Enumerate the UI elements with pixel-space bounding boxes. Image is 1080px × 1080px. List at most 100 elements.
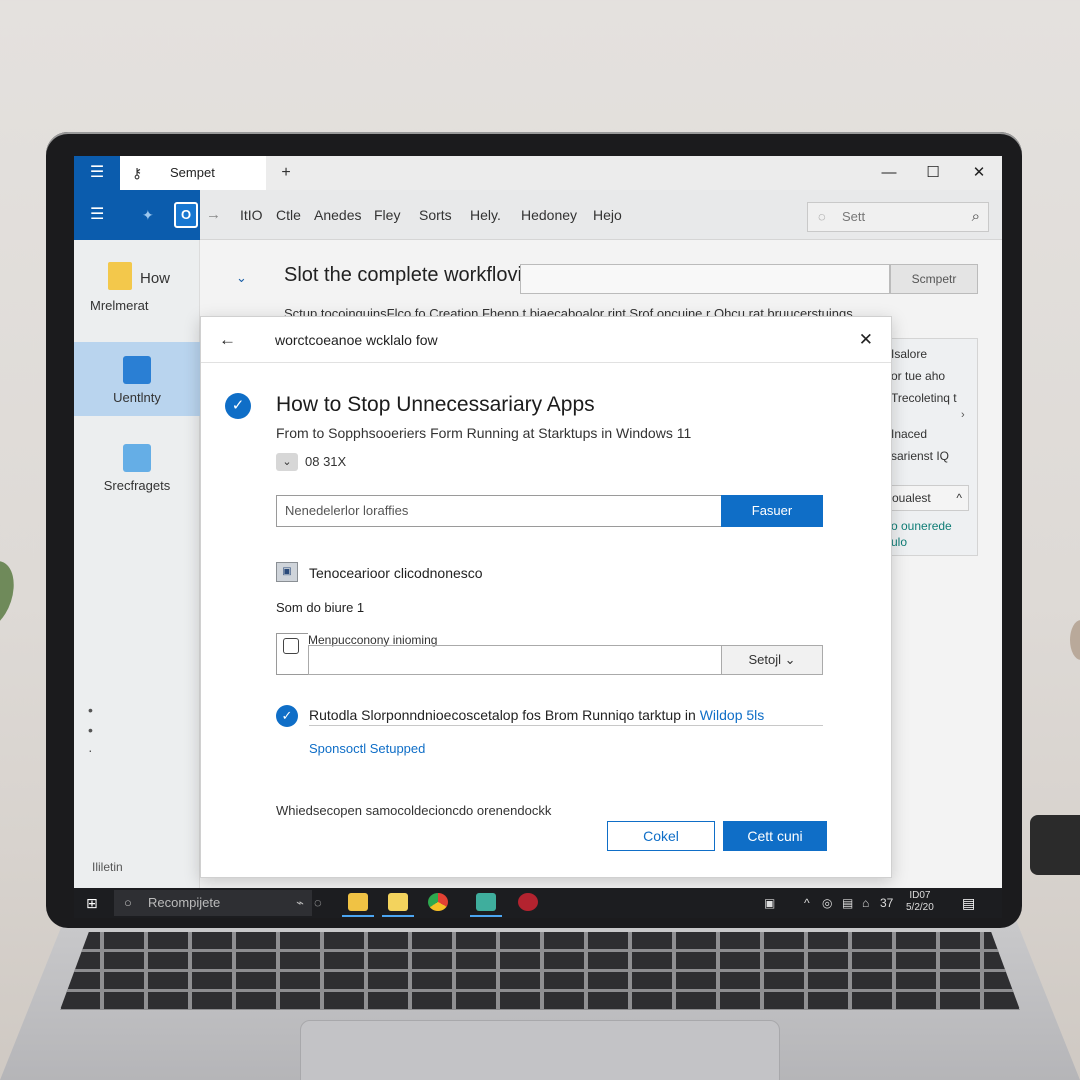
tray-item[interactable]: ◎ [822,888,832,918]
tray-item[interactable]: ⌂ [862,888,869,918]
pager-dots[interactable]: • • · [88,700,93,760]
forward-arrow-icon[interactable]: → [206,190,221,240]
chevron-down-icon[interactable]: ⌄ [276,453,298,471]
dialog-subtitle: From to Sopphsooeriers Form Running at S… [276,425,692,441]
back-arrow-icon[interactable]: ← [219,317,236,363]
maximize-button[interactable]: ☐ [910,156,956,190]
menu-item-1[interactable]: ItIO [240,190,263,240]
menu-item-6[interactable]: Hely. [470,190,501,240]
dialog-search-input[interactable]: Nenedelerlor loraffies [276,495,722,527]
tray-item[interactable]: ▤ [842,888,853,918]
dialog-header: ← worctcoeanoe wcklalo fow ✕ [201,317,891,363]
main-action-button[interactable]: Scmpetr [890,264,978,294]
clock-date: 5/2/20 [906,902,934,913]
result-label: Rutodla Slorponndnioecoscetalop fos Brom… [309,707,696,723]
select-input[interactable] [308,645,722,675]
task-view-icon[interactable]: ◌ [314,888,322,918]
record-app-icon[interactable] [518,893,538,911]
new-tab-button[interactable]: + [274,156,298,190]
cancel-button[interactable]: Cokel [607,821,715,851]
hamburger-icon[interactable]: ☰ [90,190,104,240]
caret-right-icon[interactable]: › [961,409,965,421]
title-bar: ☰ ⚷ Sempet + — ☐ ✕ [74,156,1002,190]
panel-button-label: oualest [892,491,931,505]
spinner-icon: ◌ [818,209,826,224]
search-icon[interactable]: ⌕ [972,203,980,231]
panel-link[interactable]: o ounerede [891,519,952,533]
clock[interactable]: ID07 5/2/20 [906,890,934,914]
sidebar-footer: Ililetin [92,860,123,874]
sidebar-item-identity[interactable]: Uentlnty [74,342,200,416]
main-input[interactable] [520,264,890,294]
chrome-icon[interactable] [428,893,448,911]
menu-item-2[interactable]: Ctle [276,190,301,240]
check-circle-icon: ✓ [276,705,298,727]
taskbar: ⊞ ○ Recompijete ⌁ ◌ ▣ ^ ◎ ▤ ⌂ 37 ID07 5/… [74,888,1002,918]
document-icon [123,444,151,472]
menu-icon[interactable]: ☰ [74,156,120,190]
sidebar: How Mrelmerat Uentlnty Srecfragets • • · I… [74,240,200,888]
close-button[interactable]: ✕ [956,156,1002,190]
tray-item[interactable]: ^ [804,888,810,918]
menu-item-7[interactable]: Hedoney [521,190,577,240]
dialog-search-button[interactable]: Fasuer [721,495,823,527]
app-logo[interactable]: O [174,202,198,228]
windows-start-icon[interactable]: ⊞ [86,888,98,918]
background-object [1070,620,1080,660]
sidebar-item-label: Srecfragets [103,478,171,493]
search-input[interactable]: ◌ Sett ⌕ [807,202,989,232]
search-circle-icon: ○ [124,895,132,910]
keyboard-rows [60,932,1020,1010]
panel-line: Isalore [891,347,928,361]
version-label: 08 31X [305,454,347,469]
clock-time: ID07 [909,890,931,901]
section-label: Som do biure 1 [276,600,365,615]
continue-button[interactable]: Cett cuni [723,821,827,851]
panel-line: or tue aho [891,369,946,383]
laptop-screen: ☰ ⚷ Sempet + — ☐ ✕ ☰ ✦ O → ItIO Ctle Ane… [74,156,1002,918]
right-panel: Isalore or tue aho Trecoletinq t › Inace… [886,338,978,556]
desk-object [1030,815,1080,875]
checkbox-icon [283,638,299,654]
sidebar-item-how[interactable]: How Mrelmerat [74,240,200,340]
option-label: Tenocearioor clicodnonesco [309,565,483,581]
microphone-icon[interactable]: ⌁ [296,890,304,916]
tray-camera-icon[interactable]: ▣ [764,888,775,918]
settings-app-icon: ▣ [276,562,298,582]
minimize-button[interactable]: — [866,156,912,190]
dialog-title: How to Stop Unnecessariary Apps [276,393,595,416]
folder-icon[interactable] [382,893,414,917]
search-placeholder: Sett [842,209,866,224]
select-value: Setojl [748,652,781,667]
panel-line: Inaced [891,427,928,441]
sidebar-item-fragments[interactable]: Srecfragets [74,440,200,514]
result-text: Rutodla Slorponndnioecoscetalop fos Brom… [309,707,764,723]
panel-button[interactable]: oualest ^ [887,485,969,511]
sparkle-icon[interactable]: ✦ [142,190,154,240]
divider [309,725,823,726]
result-link[interactable]: Wildop 5ls [700,707,765,723]
menu-item-8[interactable]: Hejo [593,190,622,240]
chevron-down-icon[interactable]: ⌄ [236,270,247,286]
tray-item[interactable]: 37 [880,888,893,918]
close-icon[interactable]: ✕ [859,317,873,363]
select-checkbox[interactable] [276,633,308,675]
browser-tab[interactable]: ⚷ Sempet [120,156,266,190]
sidebar-item-subtitle: Mrelmerat [90,298,149,313]
folder-icon [108,262,132,290]
file-explorer-icon[interactable] [342,893,374,917]
sidebar-item-label: Uentlnty [113,390,161,405]
footer-text: Whiedsecopen samocoldecioncdo orenendock… [276,803,552,818]
menu-item-4[interactable]: Fley [374,190,400,240]
taskbar-search[interactable]: ○ Recompijete ⌁ [114,890,312,916]
menu-item-5[interactable]: Sorts [419,190,452,240]
app-icon[interactable] [470,893,502,917]
sub-link[interactable]: Sponsoctl Setupped [309,741,425,756]
notification-icon[interactable]: ▤ [962,888,975,918]
panel-link[interactable]: ulo [891,535,907,549]
app-toolbar: ☰ ✦ O → ItIO Ctle Anedes Fley Sorts Hely… [74,190,1002,240]
menu-item-3[interactable]: Anedes [314,190,361,240]
select-dropdown[interactable]: Setojl ⌄ [721,645,823,675]
panel-line: sarienst IQ [891,449,950,463]
plant-leaf [0,555,22,635]
